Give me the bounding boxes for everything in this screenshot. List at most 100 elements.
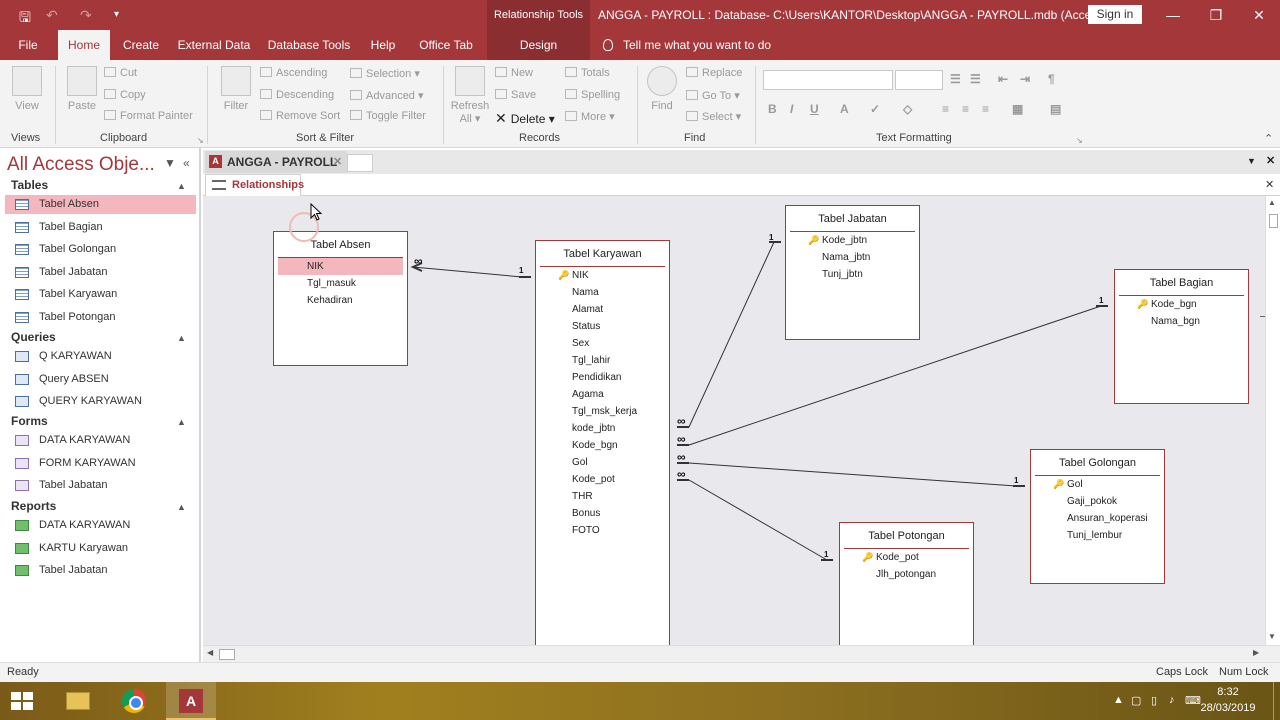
relationship-line-potongan[interactable] xyxy=(688,479,828,561)
vertical-scrollbar[interactable]: ▲ ▼ xyxy=(1265,196,1280,645)
nav-section-forms[interactable]: Forms xyxy=(11,414,48,428)
table-window-jabatan[interactable]: Tabel Jabatan 🔑 Kode_jbtn Nama_jbtn Tunj_… xyxy=(785,205,920,340)
bullets-icon[interactable]: ☰ xyxy=(950,72,961,86)
start-button[interactable] xyxy=(0,682,44,720)
font-size-combo[interactable] xyxy=(895,70,943,90)
ascending-button[interactable]: Ascending xyxy=(260,67,327,79)
clipboard-launcher-icon[interactable]: ↘ xyxy=(197,136,204,145)
view-button[interactable]: View xyxy=(8,66,46,112)
nav-item-tabel-potongan[interactable]: Tabel Potongan xyxy=(5,308,196,327)
indent-decrease-icon[interactable]: ⇤ xyxy=(998,72,1008,86)
save-record-button[interactable]: Save xyxy=(495,89,536,101)
nav-item-tabel-jabatan[interactable]: Tabel Jabatan xyxy=(5,263,196,282)
field-row[interactable]: Kode_pot xyxy=(540,471,665,488)
field-row[interactable]: 🔑 Kode_bgn xyxy=(1119,296,1244,313)
taskbar-clock[interactable]: 8:32 28/03/2019 xyxy=(1198,684,1258,716)
vertical-scroll-thumb[interactable] xyxy=(1269,214,1278,228)
text-formatting-launcher-icon[interactable]: ↘ xyxy=(1076,136,1083,145)
nav-item-tabel-golongan[interactable]: Tabel Golongan xyxy=(5,240,196,259)
tab-file[interactable]: File xyxy=(8,30,48,60)
field-row[interactable]: Kehadiran xyxy=(278,292,403,309)
undo-icon[interactable]: ↶ xyxy=(46,7,58,24)
nav-dropdown-icon[interactable]: ▼ xyxy=(164,156,176,170)
sign-in-button[interactable]: Sign in xyxy=(1088,5,1142,24)
collapse-queries-icon[interactable]: ▲ xyxy=(177,333,186,343)
close-icon[interactable]: ✕ xyxy=(1244,5,1274,25)
nav-item-query-karyawan[interactable]: QUERY KARYAWAN xyxy=(5,392,196,411)
filter-button[interactable]: Filter xyxy=(218,66,254,112)
field-row[interactable]: Tunj_jbtn xyxy=(790,266,915,283)
spelling-button[interactable]: Spelling xyxy=(565,89,620,101)
nav-pane-title[interactable]: All Access Obje... xyxy=(7,154,155,176)
nav-section-tables[interactable]: Tables xyxy=(11,178,48,192)
field-row[interactable]: Nama_bgn xyxy=(1119,313,1244,330)
redo-icon[interactable]: ↷ xyxy=(80,7,92,24)
align-center-icon[interactable]: ≡ xyxy=(962,102,969,116)
horizontal-scrollbar[interactable]: ◀ ▶ xyxy=(203,645,1280,662)
table-title[interactable]: Tabel Bagian xyxy=(1119,270,1244,296)
table-window-absen[interactable]: Tabel Absen NIK Tgl_masuk Kehadiran xyxy=(273,231,408,366)
nav-item-form-tabel-jabatan[interactable]: Tabel Jabatan xyxy=(5,476,196,495)
new-tab-button[interactable] xyxy=(347,154,373,172)
customize-qat-icon[interactable]: ▾ xyxy=(114,9,119,20)
minimize-icon[interactable]: — xyxy=(1158,5,1188,25)
field-row[interactable]: Sex xyxy=(540,335,665,352)
paragraph-direction-icon[interactable]: ¶ xyxy=(1048,72,1055,86)
scroll-left-icon[interactable]: ◀ xyxy=(207,648,213,657)
table-window-potongan[interactable]: Tabel Potongan 🔑 Kode_pot Jlh_potongan xyxy=(839,522,974,645)
nav-item-query-absen[interactable]: Query ABSEN xyxy=(5,370,196,389)
font-color-icon[interactable]: A xyxy=(840,102,849,116)
italic-icon[interactable]: I xyxy=(790,102,793,116)
scroll-down-icon[interactable]: ▼ xyxy=(1268,632,1276,641)
nav-item-report-kartu-karyawan[interactable]: KARTU Karyawan xyxy=(5,539,196,558)
replace-button[interactable]: Replace xyxy=(686,67,742,79)
nav-item-form-data-karyawan[interactable]: DATA KARYAWAN xyxy=(5,431,196,450)
nav-item-report-data-karyawan[interactable]: DATA KARYAWAN xyxy=(5,516,196,535)
taskbar-chrome[interactable] xyxy=(109,682,159,720)
advanced-button[interactable]: Advanced ▾ xyxy=(350,89,424,102)
tab-database[interactable]: A ANGGA - PAYROLL ✕ xyxy=(205,151,347,173)
cut-button[interactable]: Cut xyxy=(104,67,137,79)
nav-shutter-icon[interactable]: « xyxy=(183,156,190,170)
nav-item-q-karyawan[interactable]: Q KARYAWAN xyxy=(5,347,196,366)
field-row[interactable]: Nama xyxy=(540,284,665,301)
close-tab-icon[interactable]: ✕ xyxy=(333,151,342,173)
field-row[interactable]: THR xyxy=(540,488,665,505)
scroll-up-icon[interactable]: ▲ xyxy=(1268,198,1276,207)
close-database-icon[interactable]: ✕ xyxy=(1266,154,1275,167)
collapse-reports-icon[interactable]: ▲ xyxy=(177,502,186,512)
nav-item-tabel-absen[interactable]: Tabel Absen xyxy=(5,195,196,214)
taskbar-access[interactable]: A xyxy=(166,682,216,720)
indent-increase-icon[interactable]: ⇥ xyxy=(1020,72,1030,86)
nav-item-tabel-karyawan[interactable]: Tabel Karyawan xyxy=(5,285,196,304)
totals-button[interactable]: Totals xyxy=(565,67,610,79)
paste-button[interactable]: Paste xyxy=(64,66,100,112)
field-row[interactable]: Gol xyxy=(540,454,665,471)
fill-color-icon[interactable]: ◇ xyxy=(903,102,912,116)
delete-button[interactable]: ✕ Delete ▾ xyxy=(495,110,555,127)
field-row[interactable]: NIK xyxy=(278,258,403,275)
relationship-line-jabatan[interactable] xyxy=(688,241,775,428)
table-title[interactable]: Tabel Golongan xyxy=(1035,450,1160,476)
save-icon[interactable]: 🖫 xyxy=(19,7,31,31)
field-row[interactable]: Agama xyxy=(540,386,665,403)
tray-network-icon[interactable]: ▯ xyxy=(1151,694,1157,707)
scroll-right-icon[interactable]: ▶ xyxy=(1253,648,1259,657)
descending-button[interactable]: Descending xyxy=(260,89,334,101)
collapse-tables-icon[interactable]: ▲ xyxy=(177,181,186,191)
nav-item-report-tabel-jabatan[interactable]: Tabel Jabatan xyxy=(5,561,196,580)
field-row[interactable]: Kode_bgn xyxy=(540,437,665,454)
alternate-row-color-icon[interactable]: ▤ xyxy=(1050,102,1061,116)
tab-create[interactable]: Create xyxy=(118,30,164,60)
tray-device-icon[interactable]: ▢ xyxy=(1131,694,1141,707)
tab-design[interactable]: Design xyxy=(487,30,590,60)
field-row[interactable]: 🔑 Kode_pot xyxy=(844,549,969,566)
goto-button[interactable]: Go To ▾ xyxy=(686,89,740,102)
highlight-icon[interactable]: ✓ xyxy=(870,102,880,116)
field-row[interactable]: Pendidikan xyxy=(540,369,665,386)
collapse-ribbon-icon[interactable]: ⌃ xyxy=(1264,132,1273,145)
gridlines-icon[interactable]: ▦ xyxy=(1012,102,1023,116)
field-row[interactable]: Status xyxy=(540,318,665,335)
field-row[interactable]: Jlh_potongan xyxy=(844,566,969,583)
field-row[interactable]: 🔑 NIK xyxy=(540,267,665,284)
